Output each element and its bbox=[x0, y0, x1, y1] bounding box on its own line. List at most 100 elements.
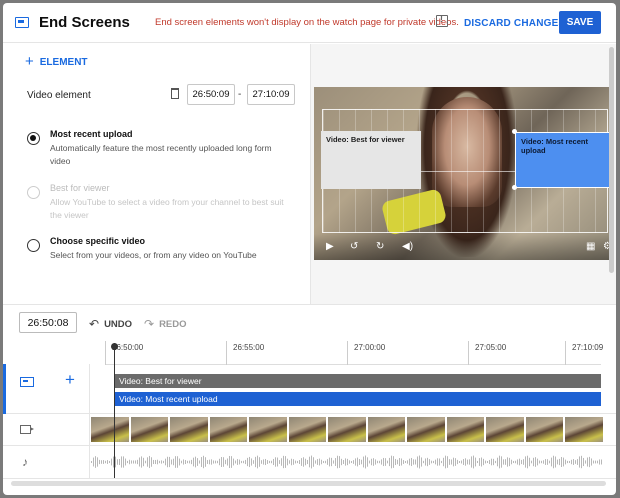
option-description: Select from your videos, or from any vid… bbox=[50, 250, 257, 260]
plus-icon[interactable]: + bbox=[65, 370, 75, 390]
waveform-bar bbox=[557, 459, 558, 465]
forward-icon[interactable]: ↻ bbox=[376, 242, 384, 252]
preview-element-best-for-viewer[interactable]: Video: Best for viewer bbox=[321, 131, 421, 189]
waveform-bar bbox=[207, 460, 208, 464]
waveform-bar bbox=[241, 460, 242, 464]
waveform-bar bbox=[443, 457, 444, 467]
vertical-scrollbar[interactable] bbox=[609, 47, 614, 273]
waveform-bar bbox=[585, 460, 586, 464]
waveform-bar bbox=[289, 460, 290, 464]
thumbnail bbox=[407, 417, 445, 442]
waveform-bar bbox=[119, 458, 120, 466]
waveform-bar bbox=[529, 457, 530, 467]
video-element-label: Video element bbox=[27, 90, 91, 101]
waveform-bar bbox=[503, 459, 504, 465]
best-for-viewer-bar[interactable]: Video: Best for viewer bbox=[114, 374, 601, 388]
waveform-bar bbox=[509, 457, 510, 467]
preview-panel: Video: Best for viewer Video: Most recen… bbox=[310, 44, 616, 304]
page-title: End Screens bbox=[39, 14, 130, 31]
waveform-bar bbox=[525, 456, 526, 468]
horizontal-scrollbar[interactable] bbox=[11, 481, 606, 486]
video-track bbox=[3, 414, 616, 446]
waveform-bar bbox=[245, 459, 246, 465]
waveform-bar bbox=[265, 458, 266, 466]
waveform-bar bbox=[545, 459, 546, 465]
waveform-bar bbox=[531, 460, 532, 464]
audio-waveform[interactable] bbox=[91, 454, 603, 470]
waveform-bar bbox=[123, 456, 124, 468]
waveform-bar bbox=[539, 460, 540, 464]
trash-icon[interactable] bbox=[171, 88, 179, 99]
ruler-tick: 26:55:00 bbox=[226, 341, 264, 365]
waveform-bar bbox=[131, 460, 132, 464]
waveform-bar bbox=[315, 460, 316, 464]
waveform-bar bbox=[515, 460, 516, 464]
waveform-bar bbox=[191, 459, 192, 465]
playhead[interactable] bbox=[111, 343, 118, 478]
play-icon[interactable]: ▶ bbox=[326, 242, 334, 252]
waveform-bar bbox=[469, 459, 470, 465]
waveform-bar bbox=[287, 458, 288, 466]
waveform-bar bbox=[203, 455, 204, 469]
waveform-bar bbox=[219, 458, 220, 466]
waveform-bar bbox=[497, 457, 498, 467]
waveform-bar bbox=[243, 460, 244, 464]
preview-element-most-recent[interactable]: Video: Most recent upload bbox=[515, 132, 611, 188]
radio-choose-specific[interactable] bbox=[27, 239, 40, 252]
discard-changes-button[interactable]: DISCARD CHANGES bbox=[464, 18, 565, 29]
volume-icon[interactable]: ◀) bbox=[402, 242, 413, 252]
radio-most-recent[interactable] bbox=[27, 132, 40, 145]
resize-handle[interactable] bbox=[512, 185, 517, 190]
add-element-button[interactable]: + ELEMENT bbox=[25, 54, 88, 69]
waveform-bar bbox=[419, 455, 420, 469]
option-title: Choose specific video bbox=[50, 236, 146, 246]
video-thumbnails[interactable] bbox=[91, 417, 603, 442]
waveform-bar bbox=[99, 459, 100, 465]
timeline-ruler[interactable]: 26:50:00 26:55:00 27:00:00 27:05:00 27:1… bbox=[105, 341, 603, 365]
dialog-header: End Screens End screen elements won't di… bbox=[3, 3, 616, 43]
tick-label: 27:05:00 bbox=[475, 343, 507, 352]
waveform-bar bbox=[381, 459, 382, 465]
video-preview[interactable]: Video: Best for viewer Video: Most recen… bbox=[314, 87, 613, 260]
waveform-bar bbox=[337, 455, 338, 469]
waveform-bar bbox=[571, 459, 572, 465]
feedback-icon[interactable] bbox=[436, 14, 448, 27]
waveform-bar bbox=[587, 457, 588, 467]
music-track-icon: ♪ bbox=[22, 455, 28, 469]
timeline-toolbar: 26:50:08 ↶ UNDO ↷ REDO 26:50:00 26:55:00… bbox=[3, 304, 616, 365]
waveform-bar bbox=[185, 459, 186, 465]
waveform-bar bbox=[467, 459, 468, 465]
waveform-bar bbox=[507, 457, 508, 467]
waveform-bar bbox=[351, 460, 352, 464]
waveform-bar bbox=[543, 460, 544, 464]
start-time-input[interactable]: 26:50:09 bbox=[187, 84, 235, 105]
rewind-icon[interactable]: ↺ bbox=[350, 242, 358, 252]
waveform-bar bbox=[451, 459, 452, 465]
waveform-bar bbox=[505, 459, 506, 465]
waveform-bar bbox=[231, 456, 232, 468]
waveform-bar bbox=[461, 460, 462, 464]
waveform-bar bbox=[369, 460, 370, 464]
undo-button[interactable]: ↶ UNDO bbox=[89, 317, 132, 331]
waveform-bar bbox=[253, 460, 254, 464]
waveform-bar bbox=[205, 457, 206, 467]
waveform-bar bbox=[145, 460, 146, 464]
current-time-input[interactable]: 26:50:08 bbox=[19, 312, 77, 333]
waveform-bar bbox=[299, 460, 300, 464]
tick-label: 27:00:00 bbox=[354, 343, 386, 352]
end-time-input[interactable]: 27:10:09 bbox=[247, 84, 295, 105]
waveform-bar bbox=[127, 460, 128, 464]
save-button[interactable]: SAVE bbox=[559, 11, 601, 34]
waveform-bar bbox=[247, 457, 248, 467]
most-recent-upload-bar[interactable]: Video: Most recent upload bbox=[114, 392, 601, 406]
waveform-bar bbox=[111, 458, 112, 466]
resize-handle[interactable] bbox=[512, 129, 517, 134]
waveform-bar bbox=[175, 456, 176, 468]
grid-icon[interactable]: ▦ bbox=[586, 242, 595, 252]
waveform-bar bbox=[187, 460, 188, 464]
waveform-bar bbox=[215, 460, 216, 464]
waveform-bar bbox=[429, 459, 430, 465]
waveform-bar bbox=[399, 458, 400, 466]
waveform-bar bbox=[279, 460, 280, 464]
waveform-bar bbox=[489, 459, 490, 465]
